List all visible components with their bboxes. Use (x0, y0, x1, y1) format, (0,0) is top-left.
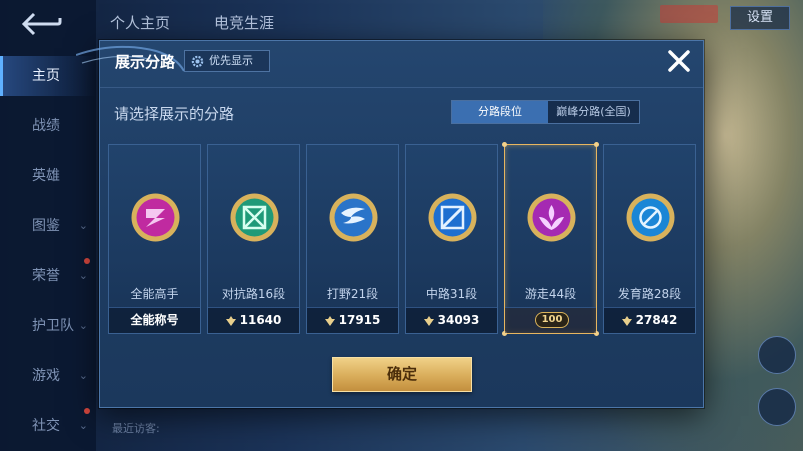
sidebar-item-label: 护卫队 (32, 318, 74, 334)
recent-visitors-label: 最近访客: (112, 422, 160, 435)
sidebar-item-label: 社交 (32, 418, 60, 434)
right-action-button[interactable] (758, 336, 796, 374)
top-tabs: 个人主页 电竞生涯 (110, 12, 274, 33)
lane-name: 游走44段 (524, 287, 577, 301)
priority-display-label: 优先显示 (209, 54, 253, 67)
mid-lane-emblem-icon (428, 193, 477, 242)
title-label: 全能称号 (130, 313, 179, 327)
lane-name: 发育路28段 (617, 287, 682, 301)
selection-corner (594, 142, 599, 147)
sidebar-item-codex[interactable]: 图鉴 ⌄ (0, 206, 96, 246)
sidebar-item-label: 图鉴 (32, 218, 60, 234)
display-lane-dialog: 展示分路 优先显示 请选择展示的分路 分路段位 巅峰分路(全国) 全能高手 全能… (76, 40, 704, 408)
segment-peak-lane[interactable]: 巅峰分路(全国) (548, 101, 639, 123)
lane-card-footer: 全能称号 (109, 307, 200, 333)
tab-esports[interactable]: 电竞生涯 (214, 12, 274, 33)
lane-score: 34093 (437, 313, 480, 327)
segment-lane-rank[interactable]: 分路段位 (452, 101, 548, 123)
farm-lane-emblem-icon (626, 193, 675, 242)
chevron-down-icon: ⌄ (78, 369, 88, 382)
lane-card-footer: 17915 (307, 307, 398, 333)
sidebar-item-label: 英雄 (32, 168, 60, 184)
peak-badge: 100 (535, 312, 569, 328)
sidebar: 主页 战绩 英雄 图鉴 ⌄ 荣誉 ⌄ 护卫队 ⌄ 游戏 ⌄ 社交 ⌄ (0, 0, 96, 451)
sidebar-item-home[interactable]: 主页 (0, 56, 96, 96)
lane-score: 11640 (239, 313, 282, 327)
clash-lane-emblem-icon (230, 193, 279, 242)
chevron-down-icon: ⌄ (78, 219, 88, 232)
sidebar-item-honor[interactable]: 荣誉 ⌄ (0, 256, 96, 296)
lane-type-segmented-control: 分路段位 巅峰分路(全国) (451, 100, 640, 124)
lane-card-footer: 27842 (604, 307, 695, 333)
lane-card-footer: 100 (505, 307, 596, 333)
lane-card-footer: 34093 (406, 307, 497, 333)
lane-card-roam[interactable]: 游走44段 100 (502, 142, 599, 336)
sidebar-item-games[interactable]: 游戏 ⌄ (0, 356, 96, 396)
lane-name: 打野21段 (326, 287, 379, 301)
sidebar-item-heroes[interactable]: 英雄 (0, 156, 96, 196)
tab-profile[interactable]: 个人主页 (110, 12, 170, 33)
lane-name: 全能高手 (130, 287, 179, 301)
sidebar-item-guard[interactable]: 护卫队 ⌄ (0, 306, 96, 346)
lane-card-farm[interactable]: 发育路28段 27842 (603, 144, 696, 334)
dialog-subtitle: 请选择展示的分路 (114, 105, 235, 123)
chevron-down-icon: ⌄ (78, 319, 88, 332)
right-action-button[interactable] (758, 388, 796, 426)
lane-card-mid[interactable]: 中路31段 34093 (405, 144, 498, 334)
roam-emblem-icon (527, 193, 576, 242)
lane-card-all-rounder[interactable]: 全能高手 全能称号 (108, 144, 201, 334)
lane-score: 27842 (635, 313, 678, 327)
lane-score: 17915 (338, 313, 381, 327)
sidebar-item-record[interactable]: 战绩 (0, 106, 96, 146)
sidebar-item-label: 游戏 (32, 368, 60, 384)
lane-card-clash[interactable]: 对抗路16段 11640 (207, 144, 300, 334)
notification-dot (84, 408, 90, 414)
notification-dot (84, 258, 90, 264)
sidebar-item-social[interactable]: 社交 ⌄ (0, 406, 96, 446)
confirm-button[interactable]: 确定 (332, 357, 472, 392)
divider (100, 87, 703, 88)
dialog-title: 展示分路 (115, 53, 176, 71)
lane-cards: 全能高手 全能称号 对抗路16段 11640 打野21段 17915 中路31段… (108, 142, 698, 336)
lane-card-footer: 11640 (208, 307, 299, 333)
close-icon[interactable] (665, 47, 693, 75)
sidebar-item-label: 主页 (32, 68, 60, 84)
lane-name: 中路31段 (425, 287, 478, 301)
all-rounder-emblem-icon (131, 193, 180, 242)
lane-card-jungle[interactable]: 打野21段 17915 (306, 144, 399, 334)
sidebar-item-label: 战绩 (32, 118, 60, 134)
back-arrow-icon[interactable] (20, 10, 64, 38)
settings-button[interactable]: 设置 (730, 6, 790, 30)
event-badge[interactable] (660, 5, 718, 23)
gear-icon (191, 55, 204, 68)
sidebar-item-label: 荣誉 (32, 268, 60, 284)
lane-name: 对抗路16段 (221, 287, 286, 301)
jungle-emblem-icon (329, 193, 378, 242)
selection-corner (502, 142, 507, 147)
priority-display-button[interactable]: 优先显示 (184, 50, 270, 72)
